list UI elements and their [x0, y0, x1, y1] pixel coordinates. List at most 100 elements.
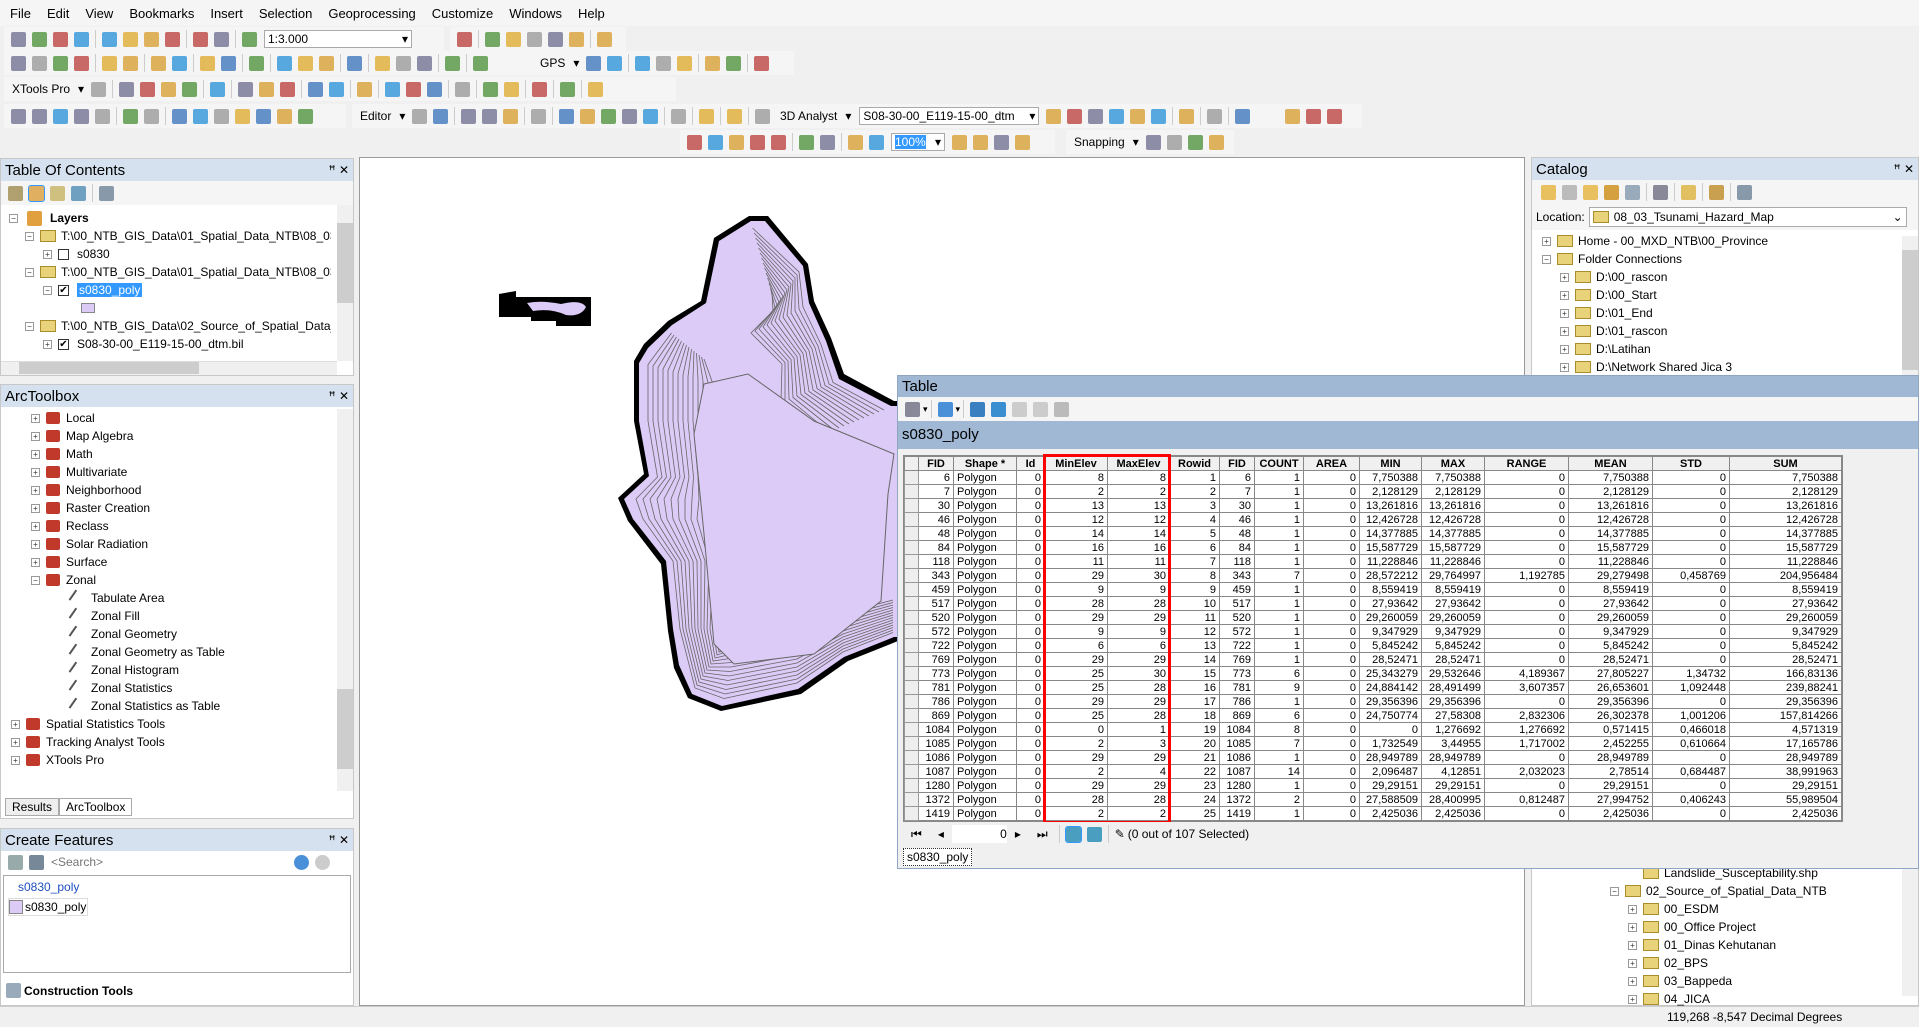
expand-toggle[interactable]: + — [1542, 236, 1551, 246]
column-header-count[interactable]: COUNT — [1254, 456, 1304, 471]
layout-pan-icon[interactable] — [729, 134, 744, 150]
layer-symbol[interactable] — [9, 299, 331, 317]
expand-toggle[interactable]: + — [1628, 904, 1637, 914]
expand-toggle[interactable]: + — [31, 521, 40, 531]
find-icon[interactable] — [375, 55, 390, 71]
row-selector[interactable] — [904, 736, 919, 751]
extend-icon[interactable] — [53, 108, 68, 124]
toolbox-item[interactable]: Zonal Statistics as Table — [11, 697, 353, 715]
expand-toggle[interactable]: + — [31, 467, 40, 477]
arctoolbox-scrollbar[interactable] — [337, 409, 353, 791]
show-all-records-icon[interactable] — [1064, 825, 1082, 843]
catalog-item[interactable]: +00_Office Project — [1542, 918, 1827, 936]
row-selector[interactable] — [904, 484, 919, 499]
html-popup-icon[interactable] — [319, 55, 334, 71]
table-row[interactable]: 869 Polygon 0 25 28 18 869 6 0 24,750774 27,58308 2… — [904, 708, 1842, 723]
gps-3-icon[interactable] — [677, 55, 693, 71]
expand-toggle[interactable]: − — [1542, 254, 1551, 264]
table-row[interactable]: 46 Polygon 0 12 12 4 46 1 0 12,426728 12,426728 0 12… — [904, 512, 1842, 527]
expand-toggle[interactable]: + — [1560, 326, 1569, 336]
column-header-fid[interactable]: FID — [918, 456, 954, 471]
toolbox-item[interactable]: + Raster Creation — [11, 499, 353, 517]
column-header-area[interactable]: AREA — [1303, 456, 1360, 471]
annotation-icon[interactable] — [433, 108, 449, 124]
delete-selected-icon[interactable] — [1054, 401, 1070, 417]
toolbox-item[interactable]: + Multivariate — [11, 463, 353, 481]
expand-toggle[interactable]: + — [1628, 958, 1637, 968]
toolbox-item[interactable]: + Reclass — [11, 517, 353, 535]
expand-toggle[interactable]: + — [31, 539, 40, 549]
layout-icon[interactable] — [308, 81, 324, 97]
expand-toggle[interactable]: + — [1560, 308, 1569, 318]
expand-toggle[interactable]: + — [43, 249, 52, 259]
previous-record-button[interactable]: ◂ — [938, 827, 944, 841]
profile-graph-icon[interactable] — [1179, 108, 1195, 124]
map-scale-combo[interactable]: 1:3.000 ▾ — [264, 30, 412, 48]
column-header-range[interactable]: RANGE — [1484, 456, 1569, 471]
snap-point-mode-icon[interactable] — [1145, 134, 1161, 150]
toolbox-item[interactable]: Zonal Statistics — [11, 679, 353, 697]
toc-layer[interactable]: + s0830 — [9, 245, 331, 263]
back-icon[interactable] — [151, 55, 166, 71]
xtools-menu[interactable]: XTools Pro — [12, 82, 70, 96]
select-elements-icon[interactable] — [249, 55, 264, 71]
expand-toggle[interactable]: + — [31, 431, 40, 441]
menu-view[interactable]: View — [85, 6, 113, 21]
gps-menu[interactable]: GPS — [540, 56, 565, 70]
expand-toggle[interactable]: − — [31, 575, 40, 585]
menu-help[interactable]: Help — [578, 6, 605, 21]
gps-2-icon[interactable] — [656, 55, 672, 71]
print-icon[interactable] — [74, 31, 89, 47]
stack-icon[interactable] — [483, 81, 499, 97]
toolbox-item[interactable]: Tabulate Area — [11, 589, 353, 607]
tool-e-icon[interactable] — [298, 108, 313, 124]
column-header-id[interactable]: Id — [1016, 456, 1045, 471]
calc-icon[interactable] — [357, 81, 373, 97]
save-icon[interactable] — [53, 31, 68, 47]
row-selector[interactable] — [904, 638, 919, 653]
row-selector[interactable] — [904, 722, 919, 737]
explode-icon[interactable] — [123, 108, 138, 124]
back-icon[interactable] — [1541, 184, 1556, 200]
toc-group[interactable]: − T:\00_NTB_GIS_Data\01_Spatial_Data_NTB\… — [9, 263, 331, 281]
toolbox-item[interactable]: + Tracking Analyst Tools — [11, 733, 353, 751]
table-row[interactable]: 30 Polygon 0 13 13 3 30 1 0 13,261816 13,261816 0 13… — [904, 498, 1842, 513]
layout-fixed-in-icon[interactable] — [799, 134, 814, 150]
catalog-item[interactable]: +00_ESDM — [1542, 900, 1827, 918]
edit-tool-icon[interactable] — [412, 108, 428, 124]
cut-polygon-icon[interactable] — [622, 108, 638, 124]
filter-icon[interactable] — [8, 854, 23, 870]
catalog-item[interactable]: − Folder Connections — [1542, 250, 1918, 268]
table-row[interactable]: 1086 Polygon 0 29 29 21 1086 1 0 28,949789 28,9497… — [904, 750, 1842, 765]
table-row[interactable]: 7 Polygon 0 2 2 2 7 1 0 2,128129 2,128129 0 2,128129… — [904, 484, 1842, 499]
table-row[interactable]: 520 Polygon 0 29 29 11 520 1 0 29,260059 29,260059… — [904, 610, 1842, 625]
gps-log-icon[interactable] — [607, 55, 623, 71]
row-selector[interactable] — [904, 764, 919, 779]
toolbox-item[interactable]: + Math — [11, 445, 353, 463]
tag-icon[interactable] — [588, 81, 604, 97]
xtools-1-icon[interactable] — [161, 81, 177, 97]
menu-insert[interactable]: Insert — [210, 6, 243, 21]
fixed-zoom-out-icon[interactable] — [123, 55, 138, 71]
layout-zoom-combo[interactable]: 100% ▾ — [891, 133, 945, 151]
close-icon[interactable]: ✕ — [339, 389, 349, 403]
attribute-transfer-icon[interactable] — [172, 108, 187, 124]
table-row[interactable]: 118 Polygon 0 11 11 7 118 1 0 11,228846 11,228846 0… — [904, 554, 1842, 569]
goto-xy-icon[interactable] — [417, 55, 432, 71]
data-driven-pages-icon[interactable] — [1015, 134, 1030, 150]
catalog-item[interactable]: + D:\00_rascon — [1542, 268, 1918, 286]
toolbox-item[interactable]: Zonal Fill — [11, 607, 353, 625]
menu-customize[interactable]: Customize — [432, 6, 493, 21]
toc-group[interactable]: − T:\00_NTB_GIS_Data\01_Spatial_Data_NTB\… — [9, 227, 331, 245]
layout-zoom-in-icon[interactable] — [687, 134, 702, 150]
row-selector[interactable] — [904, 750, 919, 765]
expand-toggle[interactable]: − — [25, 231, 34, 241]
toc-layer[interactable]: − ✔ s0830_poly — [9, 281, 331, 299]
row-selector[interactable] — [904, 624, 919, 639]
tool-d-icon[interactable] — [277, 108, 292, 124]
select-features-icon[interactable] — [200, 55, 215, 71]
sql-icon[interactable] — [532, 81, 548, 97]
table-row[interactable]: 786 Polygon 0 29 29 17 786 1 0 29,356396 29,356396… — [904, 694, 1842, 709]
fixed-zoom-in-icon[interactable] — [102, 55, 117, 71]
redo-icon[interactable] — [214, 31, 229, 47]
